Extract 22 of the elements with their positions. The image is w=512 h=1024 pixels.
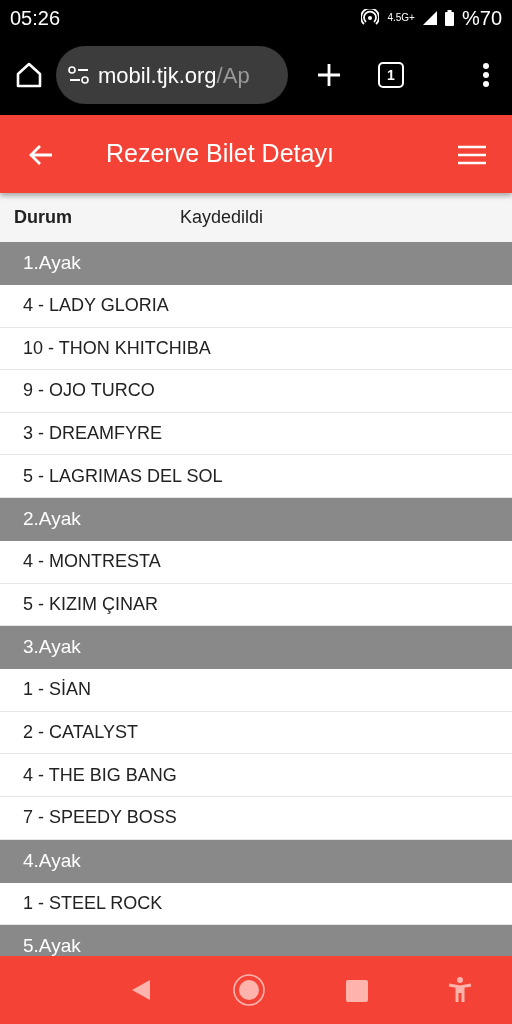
- battery-percent: %70: [461, 5, 502, 31]
- tab-count-button[interactable]: 1: [378, 62, 404, 88]
- clock-time: 05:26: [10, 5, 61, 31]
- recents-nav-button[interactable]: [346, 978, 368, 1002]
- leg-header: 1.Ayak: [0, 242, 512, 285]
- signal-icon: [422, 10, 437, 25]
- leg-header: 3.Ayak: [0, 626, 512, 670]
- accessibility-button[interactable]: [448, 977, 472, 1003]
- battery-icon: [444, 9, 454, 26]
- status-label: Durum: [14, 206, 73, 229]
- more-icon[interactable]: [482, 62, 490, 88]
- page-title: Rezerve Bilet Detayı: [106, 138, 335, 170]
- hotspot-icon: [361, 8, 380, 27]
- site-settings-icon[interactable]: [68, 66, 90, 84]
- leg-header: 5.Ayak: [0, 925, 512, 956]
- home-nav-button[interactable]: [232, 973, 266, 1007]
- status-value: Kaydedildi: [180, 206, 264, 229]
- leg-header: 4.Ayak: [0, 839, 512, 883]
- url-field[interactable]: mobil.tjk.org/Ap: [56, 46, 288, 104]
- back-nav-button[interactable]: [130, 977, 152, 1003]
- network-type: 4.5G+: [387, 11, 415, 25]
- leg-header: 2.Ayak: [0, 497, 512, 541]
